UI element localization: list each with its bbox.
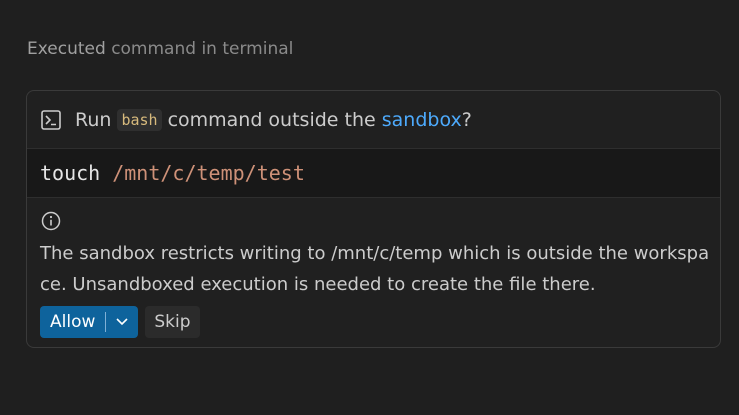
info-icon (40, 210, 62, 232)
card-header: Run bash command outside the sandbox? (27, 91, 720, 148)
command-arg: /mnt/c/temp/test (112, 161, 305, 185)
card-body: The sandbox restricts writing to /mnt/c/… (27, 198, 720, 338)
status-text: command in terminal (111, 39, 294, 59)
skip-button[interactable]: Skip (145, 306, 200, 338)
shell-chip: bash (117, 108, 162, 131)
status-line: Executed command in terminal (27, 38, 293, 60)
status-verb: Executed (27, 39, 106, 59)
prompt-end: ? (461, 108, 472, 131)
sandbox-link[interactable]: sandbox (382, 109, 462, 131)
terminal-icon (40, 109, 62, 131)
sandbox-confirmation-card: Run bash command outside the sandbox? to… (26, 90, 721, 348)
chevron-down-icon[interactable] (106, 317, 138, 327)
explanation-message: The sandbox restricts writing to /mnt/c/… (40, 243, 710, 295)
command-name: touch (40, 161, 101, 185)
prompt-run: Run (75, 108, 112, 131)
command-block: touch /mnt/c/temp/test (27, 148, 720, 198)
prompt-middle: command outside the (167, 108, 376, 131)
action-bar: Allow Skip (40, 306, 707, 338)
allow-button-label: Allow (50, 312, 96, 332)
allow-button[interactable]: Allow (40, 306, 139, 338)
